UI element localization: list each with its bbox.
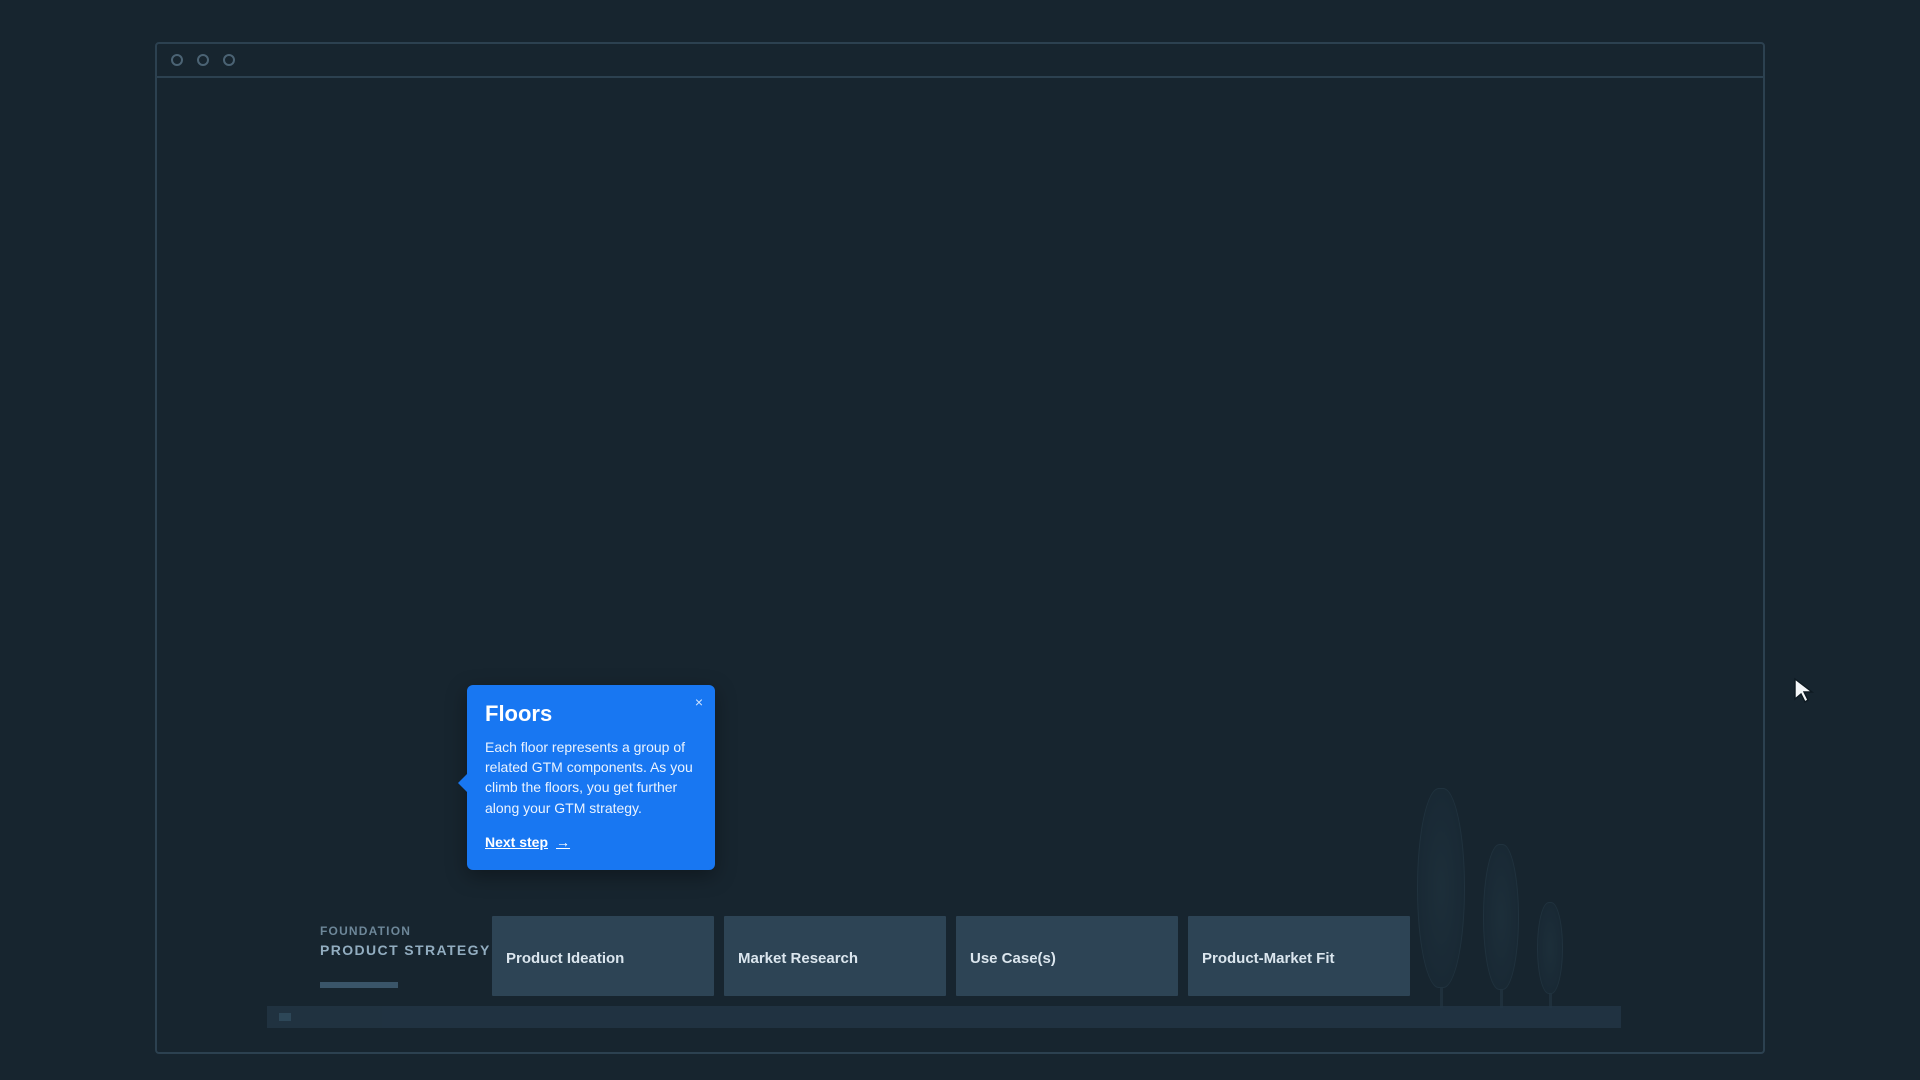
- floor-card[interactable]: Use Case(s): [956, 916, 1178, 996]
- cursor-icon: [1793, 677, 1815, 710]
- window-titlebar: [157, 44, 1763, 78]
- popover-arrow-icon: [458, 773, 468, 793]
- next-step-label: Next step: [485, 834, 548, 850]
- floor-heading: FOUNDATION PRODUCT STRATEGY: [320, 924, 520, 988]
- traffic-light-zoom-icon[interactable]: [223, 54, 235, 66]
- tree-icon: [1417, 788, 1465, 1008]
- floor-card[interactable]: Product Ideation: [492, 916, 714, 996]
- coachmark-popover: × Floors Each floor represents a group o…: [467, 685, 715, 870]
- app-window: × Floors Each floor represents a group o…: [155, 42, 1765, 1054]
- floor-underline: [320, 982, 398, 988]
- floor-cards-row: Product Ideation Market Research Use Cas…: [492, 916, 1410, 996]
- traffic-light-close-icon[interactable]: [171, 54, 183, 66]
- floor-eyebrow: FOUNDATION: [320, 924, 520, 938]
- tree-icon: [1537, 902, 1563, 1008]
- tree-icon: [1483, 844, 1519, 1008]
- next-step-link[interactable]: Next step →: [485, 834, 570, 850]
- floor-card-label: Market Research: [738, 950, 858, 967]
- floor-card-label: Use Case(s): [970, 950, 1056, 967]
- trees-decoration: [1417, 788, 1563, 1008]
- popover-title: Floors: [485, 701, 697, 727]
- popover-body: Each floor represents a group of related…: [485, 737, 697, 818]
- floor-title: PRODUCT STRATEGY: [320, 942, 491, 958]
- floor-card[interactable]: Market Research: [724, 916, 946, 996]
- traffic-light-minimize-icon[interactable]: [197, 54, 209, 66]
- canvas-stage: × Floors Each floor represents a group o…: [157, 80, 1763, 1052]
- floor-card-label: Product Ideation: [506, 950, 624, 967]
- ground-strip: [267, 1006, 1621, 1028]
- floor-card-label: Product-Market Fit: [1202, 950, 1335, 967]
- close-icon[interactable]: ×: [695, 695, 703, 709]
- floor-card[interactable]: Product-Market Fit: [1188, 916, 1410, 996]
- arrow-right-icon: →: [556, 834, 570, 850]
